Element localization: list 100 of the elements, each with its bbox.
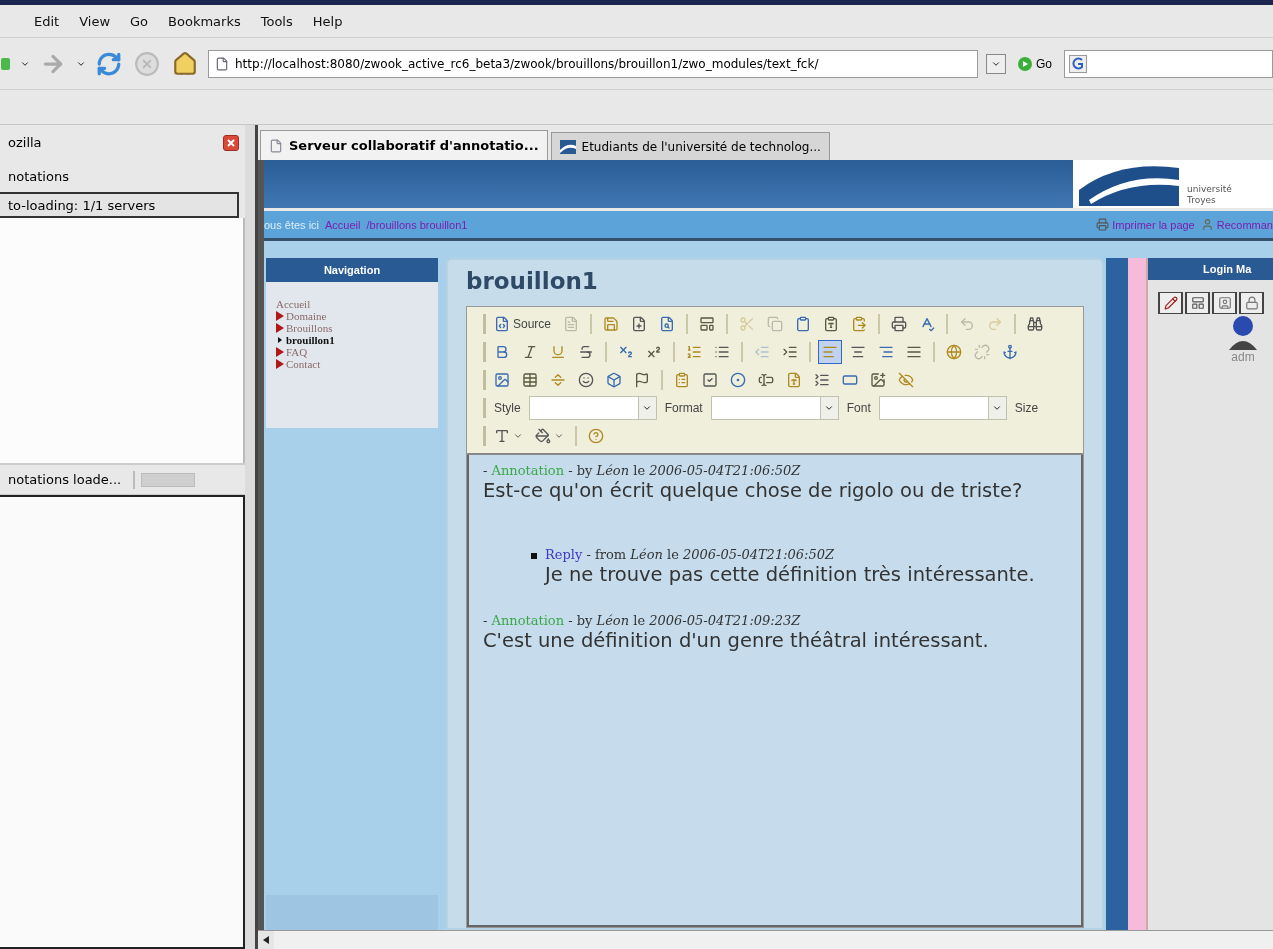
sidebar-title: ozilla: [8, 135, 42, 150]
caret-icon: [824, 403, 835, 413]
paste-icon: [795, 316, 812, 332]
document-icon: [563, 316, 580, 332]
status-field: to-loading: 1/1 servers: [0, 192, 239, 218]
navigation-link[interactable]: Brouillons: [276, 322, 428, 334]
source-button[interactable]: Source: [490, 312, 556, 336]
superscript-icon: [646, 344, 662, 360]
text-color-icon: [494, 428, 510, 444]
page-icon: [215, 56, 229, 71]
form-icon: [674, 372, 690, 388]
copy-icon: [767, 316, 784, 332]
reply-header: Reply - from Léon le 2006-05-04T21:06:50Z: [545, 547, 836, 562]
italic-icon: [522, 344, 538, 360]
navigation-link[interactable]: FAQ: [276, 346, 428, 358]
indent-icon: [782, 344, 798, 360]
user-card-icon: [1217, 296, 1232, 310]
align-right-icon: [878, 344, 894, 360]
flag-icon: [634, 372, 650, 388]
close-button[interactable]: [223, 134, 239, 151]
numbered-list-icon: [686, 344, 702, 360]
text-field-icon: [758, 372, 774, 388]
bullet-list-icon: [714, 344, 730, 360]
button-shape-icon: [842, 372, 858, 388]
strikethrough-icon: [578, 344, 594, 360]
select-list-icon: [814, 372, 830, 388]
toolbar-button[interactable]: [818, 340, 842, 364]
lock-icon: [1244, 296, 1259, 310]
menu-item[interactable]: Bookmarks: [168, 13, 241, 29]
undo-icon: [959, 316, 976, 332]
page-icon: [269, 138, 283, 153]
horizontal-rule-icon: [550, 372, 566, 388]
bold-icon: [494, 344, 510, 360]
annotation-text: C'est une définition d'un genre théâtral intéressant.: [483, 628, 990, 653]
caret-icon: [992, 403, 1003, 413]
help-icon: [588, 428, 604, 444]
progress-box: [141, 472, 196, 487]
caret-icon: [513, 431, 523, 441]
menu-item[interactable]: Tools: [260, 13, 293, 29]
hidden-field-icon: [898, 372, 914, 388]
navigation-link[interactable]: brouillon1: [276, 334, 428, 346]
align-left-icon: [822, 344, 838, 360]
browser-tab[interactable]: Serveur collaboratif d'annotatio...: [260, 130, 548, 160]
site-icon: [559, 139, 576, 154]
navigation-link[interactable]: Domaine: [276, 310, 428, 322]
navigation-link[interactable]: Accueil: [276, 298, 428, 310]
menu-item[interactable]: Help: [312, 13, 343, 29]
combo-label: Size: [1014, 401, 1039, 415]
go-button[interactable]: Go: [1014, 56, 1056, 71]
login-button[interactable]: [1158, 292, 1183, 314]
navigation-link[interactable]: Contact: [276, 358, 428, 370]
combo-label: Format: [664, 401, 703, 415]
paste-text-icon: [823, 316, 840, 332]
menu-item[interactable]: View: [79, 13, 111, 29]
new-page-icon: [631, 316, 648, 332]
image-icon: [494, 372, 510, 388]
menu-item[interactable]: Go: [130, 13, 149, 29]
login-button[interactable]: [1212, 292, 1237, 314]
pencil-icon: [1163, 296, 1178, 310]
template-icon: [699, 316, 716, 332]
login-button[interactable]: [1239, 292, 1264, 314]
login-button[interactable]: [1185, 292, 1210, 314]
anchor-icon: [1002, 344, 1018, 360]
binoculars-icon: [1027, 316, 1044, 332]
home-icon: [172, 50, 198, 77]
checkbox-icon: [702, 372, 718, 388]
save-icon: [603, 316, 620, 332]
spellcheck-icon: [919, 316, 936, 332]
menu-item[interactable]: Edit: [34, 13, 60, 29]
person-icon: [1200, 218, 1214, 231]
text-area-icon: [786, 372, 802, 388]
redo-icon: [987, 316, 1004, 332]
logo-text: université: [1187, 184, 1232, 195]
cube-icon: [606, 372, 622, 388]
printer-icon: [1096, 218, 1110, 231]
stop-icon: [134, 50, 160, 77]
user-name: adm: [1231, 350, 1255, 364]
underline-icon: [550, 344, 566, 360]
caret-icon: [642, 403, 653, 413]
url-field[interactable]: http://localhost:8080/zwook_active_rc6_beta3/zwook/brouillons/brouillon1/zwo_modules/text_fck/: [208, 49, 978, 78]
close-icon: [227, 138, 235, 147]
logo-text: Troyes: [1187, 195, 1217, 206]
browser-tab[interactable]: Etudiants de l'université de technolog...: [550, 132, 830, 160]
combo-label: Style: [494, 401, 521, 415]
annotation-text: Est-ce qu'on écrit quelque chose de rigolo ou de triste?: [483, 478, 1024, 503]
bullet-icon: [531, 553, 537, 559]
preview-icon: [659, 316, 676, 332]
scroll-left-button[interactable]: [258, 931, 274, 949]
sidebar-splitter[interactable]: [245, 125, 258, 949]
cut-icon: [739, 316, 756, 332]
combo-label: Font: [846, 401, 871, 415]
go-icon: [1018, 56, 1032, 71]
reply-text: Je ne trouve pas cette définition très intéressante.: [545, 562, 1035, 587]
align-center-icon: [850, 344, 866, 360]
navigation-header: Navigation: [266, 258, 438, 282]
status-text: notations loade...: [8, 472, 122, 487]
source-icon: [494, 316, 510, 332]
background-color-icon: [535, 428, 551, 444]
search-field[interactable]: [1064, 49, 1273, 78]
url-dropdown-button[interactable]: [986, 53, 1006, 74]
